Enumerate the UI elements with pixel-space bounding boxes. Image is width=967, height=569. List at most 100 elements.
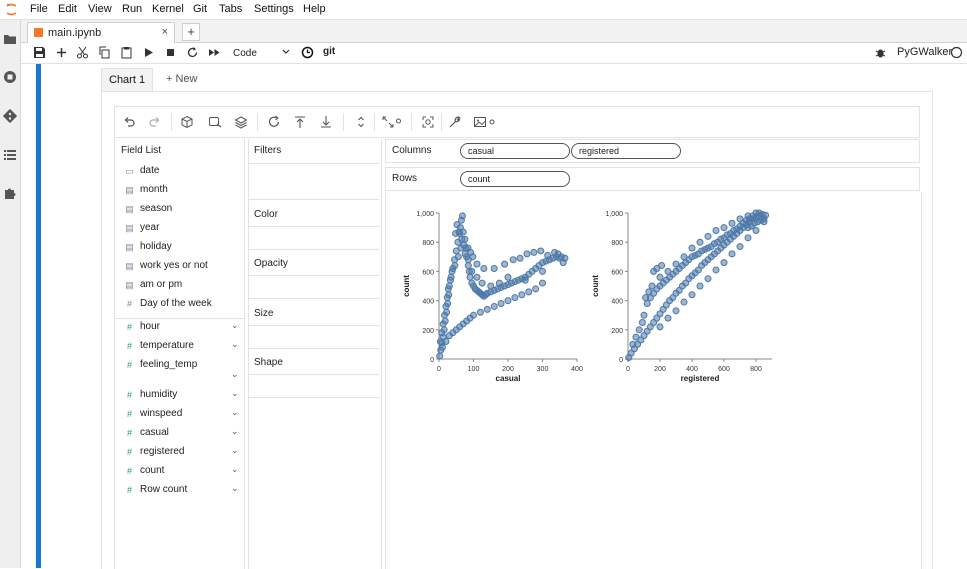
extension-puzzle-icon[interactable] (3, 186, 17, 200)
sort-ascending-icon[interactable] (293, 115, 307, 129)
kernel-status-icon (950, 46, 963, 59)
kernel-name[interactable]: PyGWalker (897, 46, 952, 58)
brush-select-icon[interactable] (421, 115, 435, 129)
column-pill-registered[interactable]: registered (571, 143, 681, 159)
close-tab-icon[interactable]: × (162, 26, 168, 38)
menu-file[interactable]: File (30, 3, 48, 15)
field-date[interactable]: ▭ date (125, 164, 241, 180)
y-tick-label: 0 (619, 357, 623, 364)
stack-toggle-icon[interactable] (354, 115, 368, 129)
menu-view[interactable]: View (88, 3, 112, 15)
field-casual[interactable]: # casual ⌄ (125, 426, 241, 442)
resize-settings-icon[interactable] (381, 115, 403, 129)
insert-cell-icon[interactable] (55, 46, 68, 59)
mark-type-icon[interactable] (208, 115, 222, 129)
field-name: am or pm (140, 279, 183, 290)
opacity-title: Opacity (254, 258, 288, 269)
fast-forward-icon[interactable] (208, 46, 221, 59)
layers-icon[interactable] (234, 115, 248, 129)
redo-icon[interactable] (148, 115, 162, 129)
color-dropzone[interactable] (249, 226, 379, 250)
text-type-icon: ▤ (125, 185, 134, 195)
menu-help[interactable]: Help (303, 3, 326, 15)
menu-settings[interactable]: Settings (254, 3, 294, 15)
running-icon[interactable] (3, 70, 17, 84)
menu-kernel[interactable]: Kernel (152, 3, 184, 15)
scatter-point (466, 273, 474, 281)
field-year[interactable]: ▤ year (125, 221, 241, 237)
shape-dropzone[interactable] (249, 374, 379, 398)
filters-dropzone[interactable] (249, 163, 379, 200)
field-month[interactable]: ▤ month (125, 183, 241, 199)
scatter-point (480, 264, 488, 272)
cut-icon[interactable] (76, 46, 89, 59)
field-day-of-the-week[interactable]: # Day of the week (125, 297, 241, 313)
field-humidity[interactable]: # humidity ⌄ (125, 388, 241, 404)
chevron-down-icon[interactable]: ⌄ (231, 339, 239, 350)
refresh-icon[interactable] (267, 115, 281, 129)
x-tick-label: 100 (468, 366, 480, 373)
field-am-or-pm[interactable]: ▤ am or pm (125, 278, 241, 294)
git-button[interactable]: git (323, 46, 335, 57)
menu-tabs[interactable]: Tabs (219, 3, 242, 15)
columns-shelf[interactable]: Columns casual registered (385, 139, 920, 163)
x-tick-label: 200 (654, 366, 666, 373)
field-name: season (140, 203, 173, 214)
stop-icon[interactable] (164, 46, 177, 59)
cube-icon[interactable] (180, 115, 194, 129)
scatter-point (539, 279, 546, 287)
tab-chart-1[interactable]: Chart 1 (101, 68, 154, 91)
field-work-yes-or-not[interactable]: ▤ work yes or not (125, 259, 241, 275)
chevron-down-icon[interactable]: ⌄ (231, 320, 239, 331)
restart-icon[interactable] (186, 46, 199, 59)
chevron-down-icon[interactable]: ⌄ (231, 483, 239, 494)
chevron-down-icon[interactable]: ⌄ (231, 464, 239, 475)
field-count[interactable]: # count ⌄ (125, 464, 241, 480)
sort-descending-icon[interactable] (319, 115, 333, 129)
opacity-dropzone[interactable] (249, 275, 379, 299)
table-of-contents-icon[interactable] (3, 148, 17, 162)
field-temperature[interactable]: # temperature ⌄ (125, 339, 241, 355)
hash-icon: # (126, 390, 132, 400)
rows-shelf[interactable]: Rows count (385, 167, 920, 191)
run-icon[interactable] (142, 46, 155, 59)
row-pill-count[interactable]: count (460, 171, 570, 187)
scatter-point (688, 291, 696, 299)
hash-icon: # (126, 341, 132, 351)
chevron-down-icon[interactable]: ⌄ (231, 407, 239, 418)
menu-git[interactable]: Git (193, 3, 207, 15)
field-winspeed[interactable]: # winspeed ⌄ (125, 407, 241, 423)
column-pill-casual[interactable]: casual (460, 143, 570, 159)
wrench-icon[interactable] (448, 115, 462, 129)
chevron-down-icon[interactable] (281, 46, 291, 58)
chart-area: 0 200 400 600 800 1,000 0 100 200 300 400 casual cou… (385, 192, 922, 569)
copy-icon[interactable] (98, 46, 111, 59)
paste-icon[interactable] (120, 46, 133, 59)
size-dropzone[interactable] (249, 325, 379, 349)
field-season[interactable]: ▤ season (125, 202, 241, 218)
chevron-down-icon[interactable]: ⌄ (231, 445, 239, 456)
cell-type-select[interactable]: Code (233, 48, 257, 59)
scatter-point (458, 212, 466, 220)
new-launcher-button[interactable]: + (182, 23, 200, 41)
field-hour[interactable]: # hour ⌄ (125, 320, 241, 336)
new-chart-tab[interactable]: + New (159, 68, 205, 90)
undo-icon[interactable] (122, 115, 136, 129)
chevron-down-icon[interactable]: ⌄ (231, 388, 239, 399)
field-holiday[interactable]: ▤ holiday (125, 240, 241, 256)
chevron-down-icon[interactable]: ⌄ (231, 369, 239, 380)
menu-run[interactable]: Run (122, 3, 142, 15)
chevron-down-icon[interactable]: ⌄ (231, 426, 239, 437)
menu-edit[interactable]: Edit (58, 3, 77, 15)
tab-main-ipynb[interactable]: main.ipynb × (27, 22, 175, 43)
scatter-chart-svg[interactable]: 0 200 400 600 800 1,000 0 100 200 300 400 casual cou… (386, 192, 921, 482)
field-registered[interactable]: # registered ⌄ (125, 445, 241, 461)
save-icon[interactable] (33, 46, 46, 59)
bug-icon[interactable] (874, 46, 887, 59)
folder-icon[interactable] (3, 32, 17, 46)
git-icon[interactable] (3, 109, 17, 123)
clock-icon[interactable] (301, 46, 314, 59)
field-row-count[interactable]: # Row count ⌄ (125, 483, 241, 499)
scatter-point (712, 266, 720, 274)
export-image-icon[interactable] (473, 115, 497, 129)
